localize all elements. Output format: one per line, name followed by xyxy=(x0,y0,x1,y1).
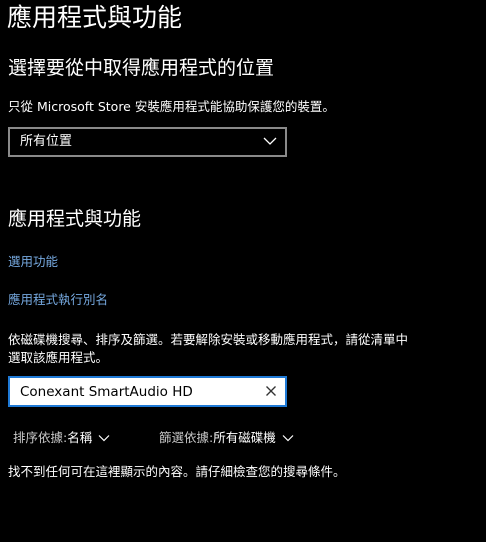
install-source-dropdown-value: 所有位置 xyxy=(20,134,73,149)
page-title: 應用程式與功能 xyxy=(7,3,183,32)
apps-features-heading: 應用程式與功能 xyxy=(8,208,142,230)
app-execution-aliases-link[interactable]: 應用程式執行別名 xyxy=(8,291,108,309)
chevron-down-icon xyxy=(282,435,294,442)
no-results-message: 找不到任何可在這裡顯示的內容。請仔細檢查您的搜尋條件。 xyxy=(8,464,346,479)
filter-by-dropdown[interactable]: 篩選依據: 所有磁碟機 xyxy=(159,429,294,447)
search-description: 依磁碟機搜尋、排序及篩選。若要解除安裝或移動應用程式，請從清單中 選取該應用程式… xyxy=(8,331,408,367)
install-source-description: 只從 Microsoft Store 安裝應用程式能協助保護您的裝置。 xyxy=(8,99,335,114)
sort-by-label: 排序依據: xyxy=(13,430,68,445)
install-source-dropdown[interactable]: 所有位置 xyxy=(8,127,287,157)
install-source-heading: 選擇要從中取得應用程式的位置 xyxy=(8,57,275,79)
optional-features-link[interactable]: 選用功能 xyxy=(8,253,58,271)
app-search-input[interactable] xyxy=(20,378,255,405)
filter-by-label: 篩選依據: xyxy=(159,430,214,445)
search-description-line-2: 選取該應用程式。 xyxy=(8,350,109,365)
sort-by-value: 名稱 xyxy=(67,430,93,445)
close-icon[interactable] xyxy=(265,385,277,397)
sort-by-dropdown[interactable]: 排序依據: 名稱 xyxy=(13,429,110,447)
chevron-down-icon xyxy=(98,435,110,442)
app-search-box[interactable] xyxy=(8,376,287,407)
search-description-line-1: 依磁碟機搜尋、排序及篩選。若要解除安裝或移動應用程式，請從清單中 xyxy=(8,332,409,347)
filter-by-value: 所有磁碟機 xyxy=(213,430,276,445)
chevron-down-icon xyxy=(263,137,277,145)
